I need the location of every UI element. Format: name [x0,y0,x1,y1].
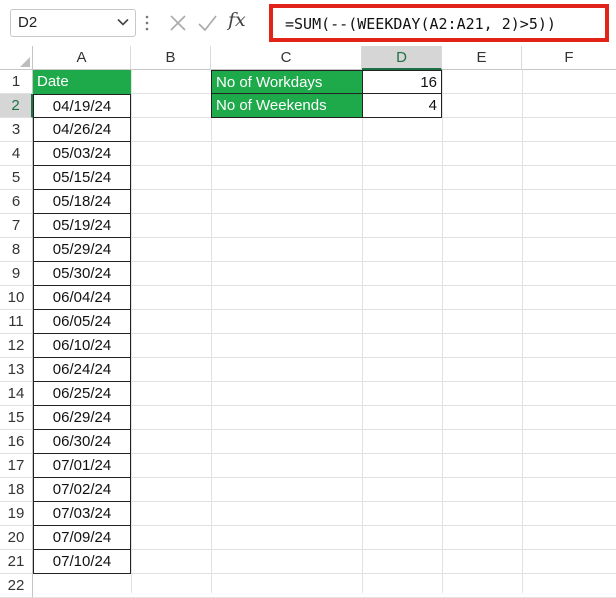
date-cell[interactable]: 07/02/24 [33,478,131,502]
date-cell[interactable]: 06/05/24 [33,310,131,334]
date-cell[interactable]: 06/29/24 [33,406,131,430]
row-header[interactable]: 9 [0,262,33,286]
date-cell[interactable]: 06/24/24 [33,358,131,382]
row-header[interactable]: 3 [0,118,33,142]
date-cell[interactable]: 05/18/24 [33,190,131,214]
date-cell[interactable]: 06/30/24 [33,430,131,454]
cancel-icon[interactable] [167,12,189,34]
select-all-corner[interactable] [0,46,33,70]
gridline [131,70,132,593]
row-header[interactable]: 2 [0,94,33,118]
select-all-icon [20,57,30,67]
gridline [211,70,212,593]
chevron-down-icon[interactable] [116,15,130,29]
row-header[interactable]: 14 [0,382,33,406]
row-header[interactable]: 20 [0,526,33,550]
column-header-c[interactable]: C [211,46,362,70]
cell-d1-workdays-value[interactable]: 16 [362,70,442,94]
row-header[interactable]: 11 [0,310,33,334]
row-header[interactable]: 7 [0,214,33,238]
row-header[interactable]: 12 [0,334,33,358]
date-cell[interactable]: 06/04/24 [33,286,131,310]
row-header[interactable]: 22 [0,574,33,598]
row-header[interactable]: 18 [0,478,33,502]
row-header[interactable]: 15 [0,406,33,430]
date-cell[interactable]: 05/03/24 [33,142,131,166]
column-header-d[interactable]: D [362,46,442,70]
row-header[interactable]: 19 [0,502,33,526]
date-cell[interactable]: 05/30/24 [33,262,131,286]
column-header-f[interactable]: F [522,46,616,70]
date-cell[interactable]: 07/10/24 [33,550,131,574]
row-header[interactable]: 21 [0,550,33,574]
row-header[interactable]: 5 [0,166,33,190]
enter-icon[interactable] [196,12,218,34]
formula-text: =SUM(--(WEEKDAY(A2:A21, 2)>5)) [285,15,556,33]
row-header[interactable]: 10 [0,286,33,310]
formula-input[interactable]: =SUM(--(WEEKDAY(A2:A21, 2)>5)) [269,4,609,42]
date-cell[interactable]: 05/15/24 [33,166,131,190]
row-header[interactable]: 16 [0,430,33,454]
gridline [442,70,443,593]
more-options-icon[interactable] [145,14,149,32]
cell-a1-date-header[interactable]: Date [33,70,131,94]
function-icon[interactable]: fx [228,9,246,31]
date-cell[interactable]: 05/29/24 [33,238,131,262]
gridline [362,70,363,593]
column-header-e[interactable]: E [442,46,522,70]
column-header-b[interactable]: B [131,46,211,70]
row-header[interactable]: 1 [0,70,33,94]
date-cell[interactable]: 06/25/24 [33,382,131,406]
date-cell[interactable]: 04/26/24 [33,118,131,142]
date-cell[interactable]: 07/09/24 [33,526,131,550]
date-cell[interactable]: 04/19/24 [33,94,131,118]
gridline [522,70,523,593]
date-cell[interactable]: 05/19/24 [33,214,131,238]
formula-bar-area: D2 fx =SUM(--(WEEKDAY(A2:A21, 2)>5)) [0,0,616,46]
row-header[interactable]: 13 [0,358,33,382]
date-cell[interactable]: 06/10/24 [33,334,131,358]
row-header[interactable]: 8 [0,238,33,262]
column-header-a[interactable]: A [33,46,131,70]
cell-d2-weekends-value[interactable]: 4 [362,94,442,118]
date-cell[interactable]: 07/03/24 [33,502,131,526]
cell-c1-workdays-label[interactable]: No of Workdays [211,70,362,94]
row-header[interactable]: 17 [0,454,33,478]
name-box[interactable]: D2 [10,9,136,37]
date-cell[interactable]: 07/01/24 [33,454,131,478]
row-header[interactable]: 4 [0,142,33,166]
cell-c2-weekends-label[interactable]: No of Weekends [211,94,362,118]
name-box-value: D2 [18,14,38,31]
row-header[interactable]: 6 [0,190,33,214]
